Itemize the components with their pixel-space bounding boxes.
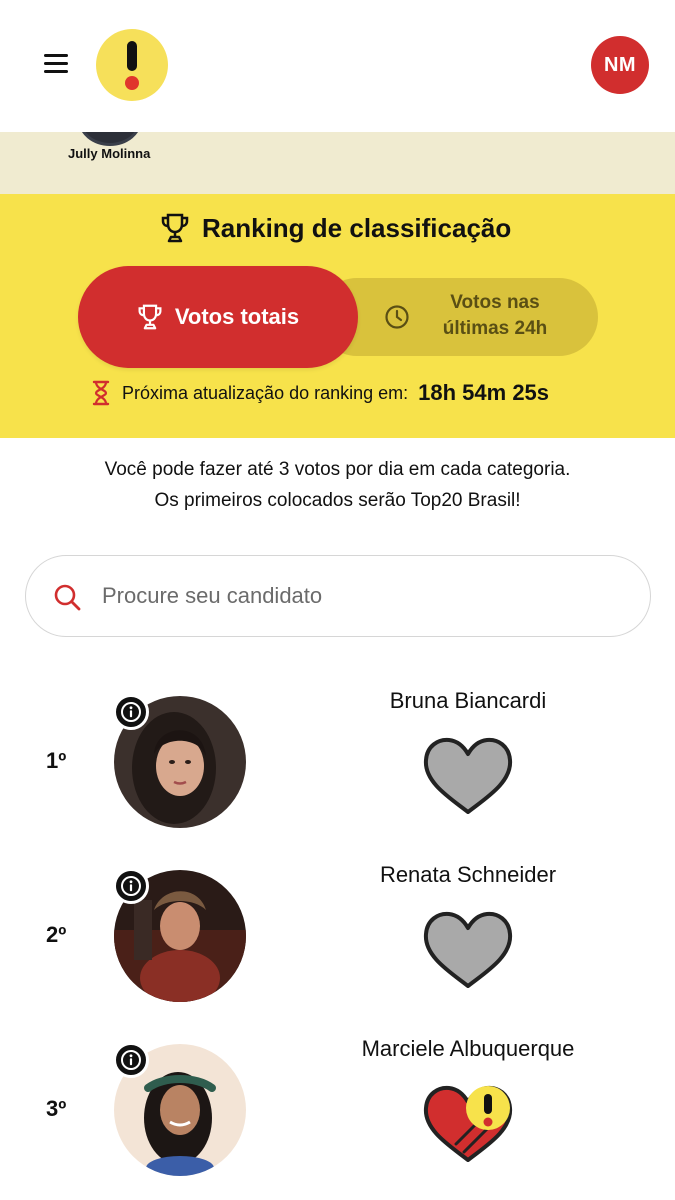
info-icon[interactable] (113, 868, 149, 904)
next-update-countdown: 18h 54m 25s (418, 380, 550, 405)
previous-candidate-avatar (78, 132, 142, 146)
user-initials: NM (603, 53, 637, 76)
trophy-icon (161, 213, 189, 243)
vote-heart-icon[interactable] (420, 734, 516, 818)
ranking-toggle: Votos nas últimas 24h Votos totais (78, 266, 598, 368)
tab-votes-24h[interactable]: Votos nas últimas 24h (318, 278, 598, 356)
previous-candidate-strip: Jully Molinna (0, 132, 675, 194)
app-header: NM (0, 0, 675, 132)
hamburger-menu-icon[interactable] (40, 50, 72, 78)
user-avatar[interactable]: NM (591, 36, 649, 94)
candidate-row: 3º Marciele Albuquerque (0, 1034, 675, 1194)
candidate-name: Renata Schneider (379, 862, 557, 887)
previous-candidate-name: Jully Molinna (68, 146, 151, 161)
ranking-title: Ranking de classificação (160, 210, 511, 246)
candidate-rank: 1º (46, 748, 67, 773)
voting-info-line2: Os primeiros colocados serão Top20 Brasi… (154, 490, 521, 511)
tab-votes-total-label: Votos totais (174, 304, 300, 329)
search-box (25, 555, 651, 637)
logo-icon[interactable] (96, 29, 168, 101)
candidate-rank: 2º (46, 922, 67, 947)
next-update-label: Próxima atualização do ranking em: (122, 382, 409, 403)
candidate-rank: 3º (46, 1096, 67, 1121)
tab-votes-total[interactable]: Votos totais (78, 266, 358, 368)
ranking-section: Ranking de classificação Votos nas últim… (0, 194, 675, 438)
search-icon (54, 584, 81, 611)
candidate-row: 2º Renata Schneider (0, 860, 675, 1020)
info-icon[interactable] (113, 694, 149, 730)
candidate-row: 1º Bruna Biancardi (0, 686, 675, 846)
voting-info-line1: Você pode fazer até 3 votos por dia em c… (104, 459, 571, 480)
hourglass-icon (92, 380, 110, 406)
trophy-icon (138, 304, 162, 330)
tab-votes-24h-label: Votos nas últimas 24h (442, 292, 548, 339)
ranking-title-text: Ranking de classificação (202, 212, 512, 243)
voted-heart-icon[interactable] (420, 1082, 516, 1166)
next-update: Próxima atualização do ranking em: 18h 5… (92, 378, 549, 408)
search-input[interactable] (102, 576, 622, 616)
info-icon[interactable] (113, 1042, 149, 1078)
vote-heart-icon[interactable] (420, 908, 516, 992)
clock-icon (385, 305, 409, 329)
candidate-name: Bruna Biancardi (389, 688, 547, 713)
voting-info: Você pode fazer até 3 votos por dia em c… (0, 454, 675, 516)
candidate-name: Marciele Albuquerque (361, 1036, 575, 1061)
